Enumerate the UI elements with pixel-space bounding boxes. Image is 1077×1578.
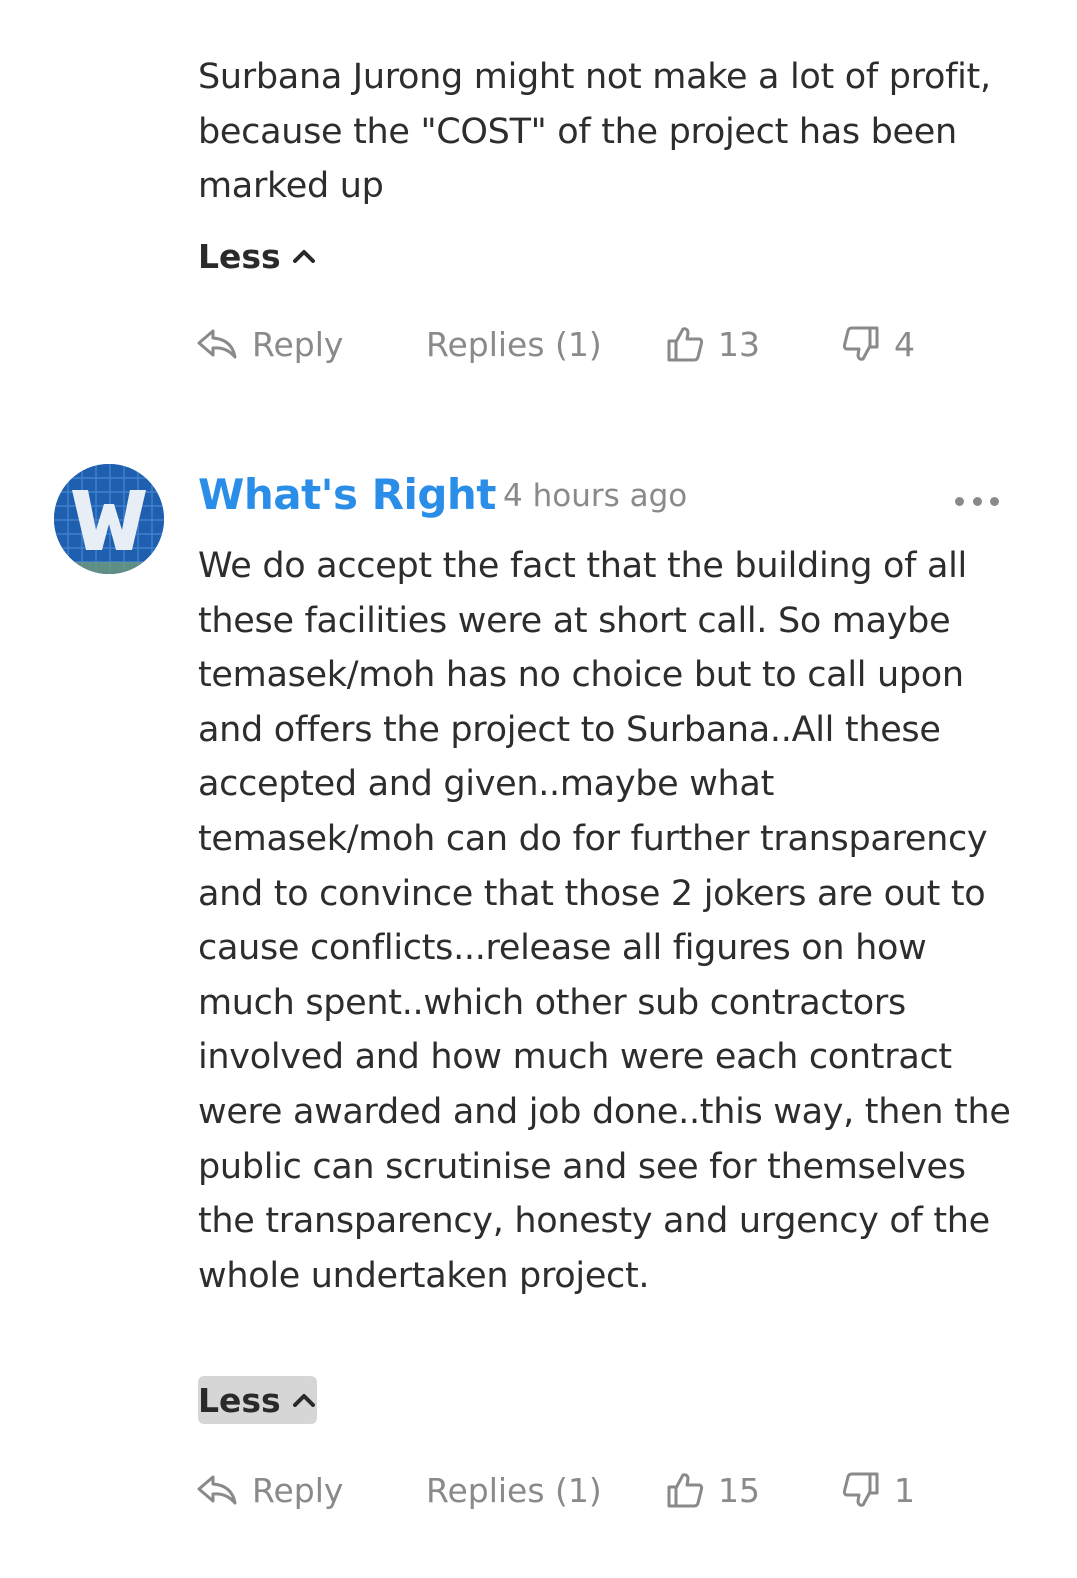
like-count: 15 xyxy=(718,1470,760,1510)
replies-label: Replies (1) xyxy=(426,324,602,364)
reply-label: Reply xyxy=(252,324,344,364)
less-toggle[interactable]: Less xyxy=(198,1376,317,1424)
dislike-button[interactable]: 1 xyxy=(842,1466,915,1514)
dislike-count: 1 xyxy=(894,1470,915,1510)
reply-label: Reply xyxy=(252,1470,344,1510)
more-dots-icon[interactable] xyxy=(955,488,999,514)
reply-arrow-icon xyxy=(197,1475,237,1505)
like-button[interactable]: 13 xyxy=(666,320,760,368)
less-label: Less xyxy=(198,236,281,276)
comment-text: Surbana Jurong might not make a lot of p… xyxy=(198,57,991,207)
replies-label: Replies (1) xyxy=(426,1470,602,1510)
dot xyxy=(990,496,999,506)
reply-arrow-icon xyxy=(197,329,237,359)
dislike-count: 4 xyxy=(894,324,915,364)
comment-text: We do accept the fact that the building … xyxy=(198,546,1011,1296)
less-toggle[interactable]: Less xyxy=(198,232,315,280)
thumbs-up-icon xyxy=(667,1473,704,1508)
author-name[interactable]: What's Right xyxy=(198,470,496,519)
dot xyxy=(955,496,964,506)
dislike-button[interactable]: 4 xyxy=(842,320,915,368)
like-count: 13 xyxy=(718,324,760,364)
thumbs-up-icon xyxy=(667,327,704,362)
reply-button[interactable]: Reply xyxy=(196,320,343,368)
reply-button[interactable]: Reply xyxy=(196,1466,343,1514)
thumbs-down-icon xyxy=(842,326,879,361)
avatar[interactable] xyxy=(54,464,164,574)
thumbs-down-icon xyxy=(842,1472,879,1507)
replies-button[interactable]: Replies (1) xyxy=(426,1466,602,1514)
avatar-logo-icon xyxy=(54,464,164,574)
replies-button[interactable]: Replies (1) xyxy=(426,320,602,368)
dot xyxy=(972,496,982,506)
timestamp: 4 hours ago xyxy=(503,478,688,514)
like-button[interactable]: 15 xyxy=(666,1466,760,1514)
less-label: Less xyxy=(198,1380,281,1420)
chevron-up-icon xyxy=(292,1394,315,1407)
chevron-up-icon xyxy=(292,250,315,263)
